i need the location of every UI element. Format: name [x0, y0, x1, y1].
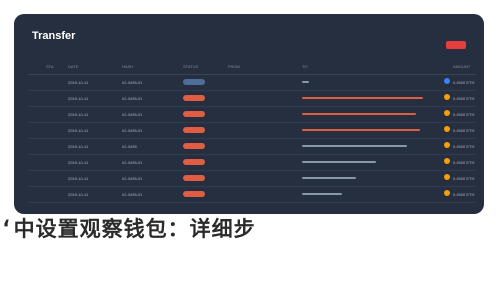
token-icon: [444, 190, 450, 196]
status-pill: [183, 95, 205, 101]
address-bar: [302, 177, 356, 179]
banner-text: ‘中设置观察钱包：详细步: [0, 217, 256, 241]
status-pill: [183, 127, 205, 133]
address-bar: [302, 161, 376, 163]
transfer-panel: Transfer STA DATE HASH STATUS FROM TO AM…: [14, 14, 484, 214]
address-bar: [302, 113, 416, 115]
header-from[interactable]: FROM: [228, 64, 240, 69]
row-amount: 0.4500 ETH: [453, 128, 475, 133]
row-date: 2019-10-11: [68, 112, 89, 117]
token-icon: [444, 126, 450, 132]
row-hash: 02-3495: [122, 144, 137, 149]
status-pill: [183, 191, 205, 197]
row-amount: 0.4500 ETH: [453, 80, 475, 85]
row-hash: 02-3495-01: [122, 160, 143, 165]
table-header: STA DATE HASH STATUS FROM TO AMOUNT: [28, 60, 476, 75]
row-hash: 02-3495-01: [122, 80, 143, 85]
token-icon: [444, 158, 450, 164]
address-bar: [302, 145, 407, 147]
address-bar: [302, 97, 423, 99]
table-row[interactable]: 2019-10-11 02-3495-01 0.4500 ETH: [28, 171, 476, 187]
row-hash: 02-3495-01: [122, 96, 143, 101]
header-hash[interactable]: HASH: [122, 64, 133, 69]
token-icon: [444, 142, 450, 148]
table-row[interactable]: 2019-10-11 02-3495-01 0.4500 ETH: [28, 75, 476, 91]
address-bar: [302, 193, 342, 195]
table-row[interactable]: 2019-10-11 02-3495-01 0.4500 ETH: [28, 107, 476, 123]
page-title: Transfer: [32, 30, 76, 42]
row-hash: 02-3495-01: [122, 192, 143, 197]
row-date: 2019-10-11: [68, 160, 89, 165]
token-icon: [444, 110, 450, 116]
status-pill: [183, 143, 205, 149]
row-date: 2019-10-11: [68, 96, 89, 101]
row-date: 2019-10-11: [68, 144, 89, 149]
status-pill: [183, 111, 205, 117]
row-amount: 0.4500 ETH: [453, 112, 475, 117]
table-row[interactable]: 2019-10-11 02-3495 0.4500 ETH: [28, 139, 476, 155]
status-pill: [183, 175, 205, 181]
header-date[interactable]: DATE: [68, 64, 78, 69]
row-hash: 02-3495-01: [122, 128, 143, 133]
address-bar: [302, 81, 309, 83]
table-body: 2019-10-11 02-3495-01 0.4500 ETH 2019-10-11…: [28, 75, 476, 203]
header-status[interactable]: STA: [46, 64, 53, 69]
header-state[interactable]: STATUS: [183, 64, 198, 69]
row-amount: 0.4500 ETH: [453, 192, 475, 197]
status-pill: [183, 79, 205, 85]
action-button[interactable]: [446, 41, 466, 49]
token-icon: [444, 94, 450, 100]
table-row[interactable]: 2019-10-11 02-3495-01 0.4500 ETH: [28, 187, 476, 203]
row-amount: 0.4500 ETH: [453, 160, 475, 165]
token-icon: [444, 78, 450, 84]
row-date: 2019-10-11: [68, 192, 89, 197]
transfer-table: STA DATE HASH STATUS FROM TO AMOUNT 2019…: [28, 60, 476, 203]
table-row[interactable]: 2019-10-11 02-3495-01 0.4500 ETH: [28, 155, 476, 171]
row-hash: 02-3495-01: [122, 112, 143, 117]
row-date: 2019-10-11: [68, 128, 89, 133]
header-amount[interactable]: AMOUNT: [453, 64, 470, 69]
status-pill: [183, 159, 205, 165]
row-amount: 0.4500 ETH: [453, 144, 475, 149]
row-hash: 02-3495-01: [122, 176, 143, 181]
row-date: 2019-10-11: [68, 176, 89, 181]
header-to[interactable]: TO: [302, 64, 307, 69]
token-icon: [444, 174, 450, 180]
table-row[interactable]: 2019-10-11 02-3495-01 0.4500 ETH: [28, 91, 476, 107]
row-date: 2019-10-11: [68, 80, 89, 85]
address-bar: [302, 129, 420, 131]
row-amount: 0.4500 ETH: [453, 96, 475, 101]
table-row[interactable]: 2019-10-11 02-3495-01 0.4500 ETH: [28, 123, 476, 139]
row-amount: 0.4500 ETH: [453, 176, 475, 181]
